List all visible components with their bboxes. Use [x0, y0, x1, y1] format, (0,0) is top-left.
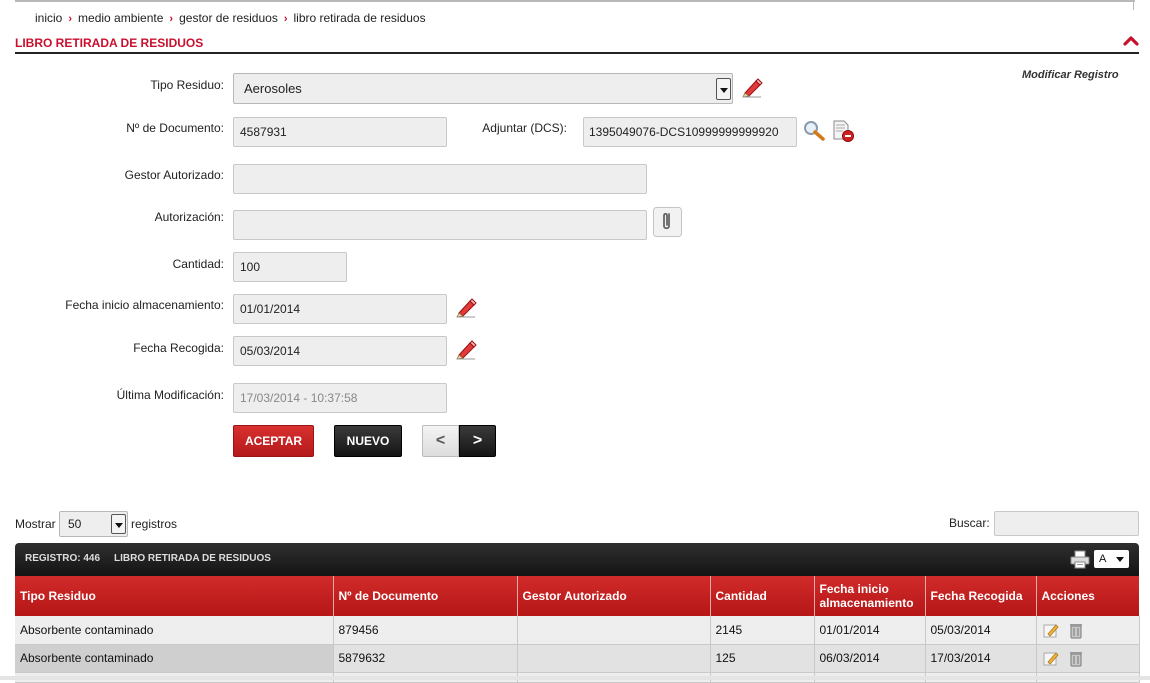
horizontal-scrollbar[interactable] — [0, 676, 1150, 680]
breadcrumb-separator-icon: › — [283, 13, 288, 25]
gestor-label: Gestor Autorizado: — [124, 168, 224, 182]
printer-icon[interactable] — [1070, 549, 1090, 569]
column-header-tipo[interactable]: Tipo Residuo — [15, 576, 334, 616]
cell-acciones — [1036, 644, 1140, 673]
cell-tipo: Absorbente contaminado — [15, 644, 334, 673]
font-size-value: A — [1099, 553, 1107, 565]
num-documento-input[interactable]: 4587931 — [233, 117, 447, 147]
breadcrumb-item-current: libro retirada de residuos — [293, 11, 426, 25]
accept-button[interactable]: ACEPTAR — [233, 425, 314, 457]
cantidad-label: Cantidad: — [172, 257, 224, 271]
grid-title-text: LIBRO RETIRADA DE RESIDUOS — [114, 553, 271, 564]
num-documento-label: Nº de Documento: — [126, 121, 224, 135]
tipo-residuo-label: Tipo Residuo: — [150, 78, 224, 92]
page-size-select[interactable]: 50 — [59, 511, 128, 537]
edit-row-icon[interactable] — [1042, 621, 1060, 639]
top-divider — [15, 0, 1135, 2]
cell-fecha-recogida: 05/03/2014 — [925, 616, 1037, 645]
column-header-acciones: Acciones — [1036, 576, 1139, 616]
gestor-input[interactable] — [233, 164, 647, 194]
autorizacion-label: Autorización: — [154, 210, 224, 224]
cell-documento: 5879632 — [333, 644, 518, 673]
new-button[interactable]: NUEVO — [334, 425, 402, 457]
cell-cantidad: 2145 — [710, 616, 815, 645]
fecha-recogida-label: Fecha Recogida: — [133, 341, 224, 355]
section-divider — [15, 52, 1139, 54]
column-header-fecha-inicio[interactable]: Fecha inicio almacenamiento — [814, 576, 926, 616]
column-header-fecha-recogida[interactable]: Fecha Recogida — [925, 576, 1037, 616]
cell-fecha-recogida: 17/03/2014 — [925, 644, 1037, 673]
chevron-down-icon[interactable] — [716, 78, 731, 100]
delete-document-icon[interactable] — [831, 119, 855, 143]
cell-acciones — [1036, 616, 1140, 645]
cell-documento: 879456 — [333, 616, 518, 645]
table-row[interactable]: Absorbente contaminado 879456 2145 01/01… — [15, 616, 1140, 645]
paperclip-icon[interactable] — [653, 207, 682, 237]
record-count: REGISTRO: 446 — [25, 553, 101, 564]
eraser-pencil-icon[interactable] — [455, 296, 477, 318]
breadcrumb-separator-icon: › — [169, 13, 174, 25]
autorizacion-input[interactable] — [233, 210, 647, 240]
font-size-select[interactable]: A — [1094, 550, 1129, 568]
page-size-value: 50 — [68, 517, 82, 531]
breadcrumb-separator-icon: › — [68, 13, 73, 25]
chevron-up-icon[interactable] — [1122, 33, 1140, 47]
cell-cantidad: 125 — [710, 644, 815, 673]
eraser-pencil-icon[interactable] — [741, 76, 763, 98]
table-row[interactable]: Absorbente contaminado 5879632 125 06/03… — [15, 644, 1140, 673]
fecha-inicio-label: Fecha inicio almacenamiento: — [65, 298, 224, 312]
fecha-recogida-input[interactable]: 05/03/2014 — [233, 336, 447, 366]
chevron-down-icon[interactable] — [111, 514, 126, 534]
column-header-cantidad[interactable]: Cantidad — [710, 576, 815, 616]
tipo-residuo-value: Aerosoles — [244, 81, 302, 96]
magnifier-icon[interactable] — [802, 120, 826, 142]
next-record-button[interactable]: > — [459, 425, 496, 457]
breadcrumb: inicio › medio ambiente › gestor de residuos… — [35, 11, 426, 25]
fecha-inicio-input[interactable]: 01/01/2014 — [233, 294, 447, 324]
eraser-pencil-icon[interactable] — [455, 338, 477, 360]
cell-fecha-inicio: 01/01/2014 — [814, 616, 926, 645]
grid-title: REGISTRO: 446 LIBRO RETIRADA DE RESIDUOS — [25, 553, 285, 564]
cell-fecha-inicio: 06/03/2014 — [814, 644, 926, 673]
adjuntar-input[interactable]: 1395049076-DCS10999999999920 — [583, 117, 797, 147]
search-label: Buscar: — [949, 516, 990, 530]
records-table: Tipo Residuo Nº de Documento Gestor Auto… — [15, 576, 1140, 683]
column-header-documento[interactable]: Nº de Documento — [333, 576, 518, 616]
records-label: registros — [131, 517, 178, 531]
top-divider-edge — [1133, 0, 1134, 10]
cell-gestor — [517, 644, 711, 673]
breadcrumb-item-gestor[interactable]: gestor de residuos — [179, 11, 278, 25]
search-input[interactable] — [994, 511, 1139, 536]
trash-icon[interactable] — [1067, 621, 1085, 639]
ultima-modificacion-value: 17/03/2014 - 10:37:58 — [233, 383, 447, 413]
tipo-residuo-select[interactable]: Aerosoles — [233, 73, 733, 104]
mode-label: Modificar Registro — [1022, 69, 1119, 81]
trash-icon[interactable] — [1067, 649, 1085, 667]
grid-toolbar: REGISTRO: 446 LIBRO RETIRADA DE RESIDUOS … — [15, 543, 1139, 576]
breadcrumb-item-inicio[interactable]: inicio — [35, 11, 62, 25]
show-label: Mostrar — [15, 517, 56, 531]
section-title: LIBRO RETIRADA DE RESIDUOS — [15, 36, 204, 50]
adjuntar-label: Adjuntar (DCS): — [482, 121, 567, 135]
edit-row-icon[interactable] — [1042, 649, 1060, 667]
table-header-row: Tipo Residuo Nº de Documento Gestor Auto… — [15, 576, 1139, 616]
cantidad-input[interactable]: 100 — [233, 252, 347, 282]
ultima-modificacion-label: Última Modificación: — [116, 388, 224, 402]
column-header-gestor[interactable]: Gestor Autorizado — [517, 576, 711, 616]
previous-record-button[interactable]: < — [422, 425, 459, 457]
cell-tipo: Absorbente contaminado — [15, 616, 334, 645]
breadcrumb-item-medio-ambiente[interactable]: medio ambiente — [78, 11, 163, 25]
cell-gestor — [517, 616, 711, 645]
